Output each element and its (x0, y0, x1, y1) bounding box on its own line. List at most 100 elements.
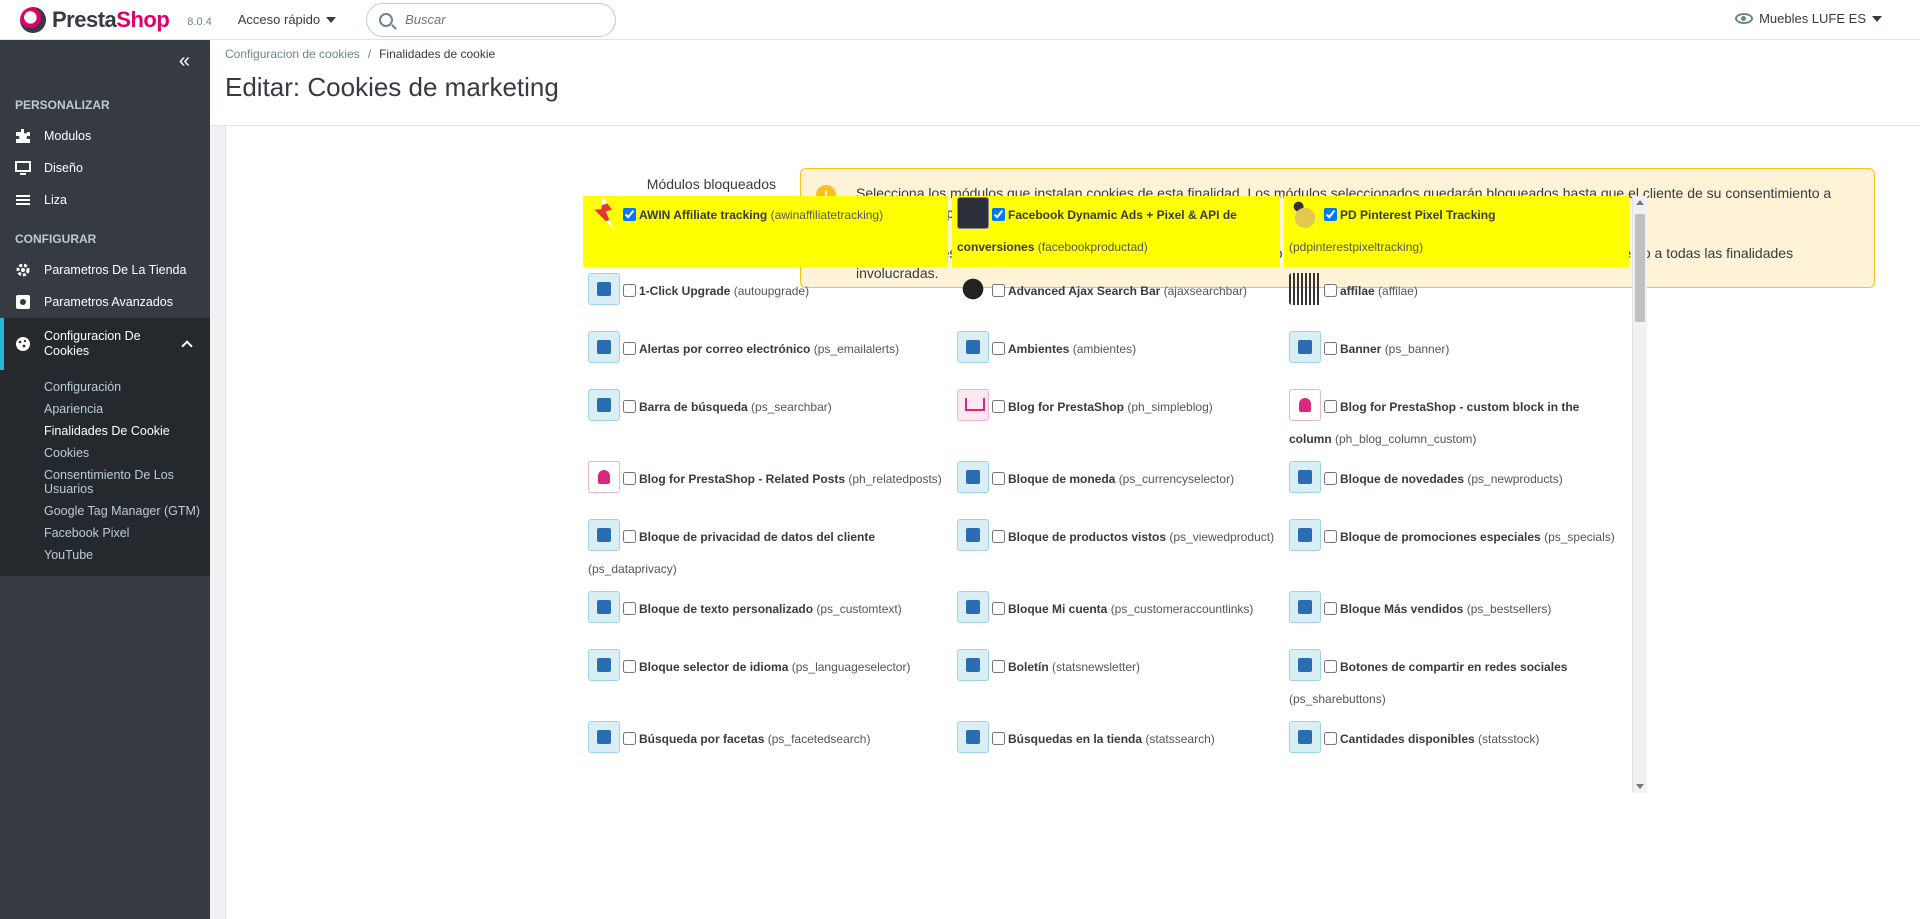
module-name[interactable]: Alertas por correo electrónico (639, 342, 810, 356)
submenu-item-apariencia[interactable]: Apariencia (44, 398, 210, 420)
module-checkbox[interactable] (992, 529, 1005, 543)
module-item[interactable]: Búsquedas en la tienda (statssearch) (952, 719, 1280, 777)
module-name[interactable]: Bloque de novedades (1340, 472, 1464, 486)
search-box[interactable] (366, 2, 617, 37)
module-name[interactable]: Blog for PrestaShop (1008, 400, 1124, 414)
module-checkbox[interactable] (623, 341, 636, 355)
module-checkbox[interactable] (1324, 731, 1337, 745)
collapse-sidebar-button[interactable]: « (0, 40, 210, 82)
sidebar-item-configuracion-cookies[interactable]: Configuracion De Cookies (0, 318, 210, 370)
modules-list[interactable]: AWIN Affiliate tracking (awinaffiliatetr… (583, 196, 1633, 793)
module-checkbox[interactable] (992, 471, 1005, 485)
quick-access-dropdown[interactable]: Acceso rápido (238, 12, 337, 27)
module-item[interactable]: Cantidades disponibles (statsstock) (1284, 719, 1629, 777)
module-checkbox[interactable] (992, 207, 1005, 221)
module-item[interactable]: Blog for PrestaShop - custom block in th… (1284, 387, 1629, 459)
module-name[interactable]: Barra de búsqueda (639, 400, 748, 414)
module-name[interactable]: Bloque de moneda (1008, 472, 1115, 486)
module-item[interactable]: Banner (ps_banner) (1284, 329, 1629, 387)
module-name[interactable]: 1-Click Upgrade (639, 284, 730, 298)
module-item[interactable]: 1-Click Upgrade (autoupgrade) (583, 271, 948, 329)
module-name[interactable]: Bloque Mi cuenta (1008, 602, 1107, 616)
module-item[interactable]: Bloque de promociones especiales (ps_spe… (1284, 517, 1629, 589)
module-name[interactable]: Boletín (1008, 660, 1049, 674)
module-checkbox[interactable] (992, 341, 1005, 355)
breadcrumb-link[interactable]: Configuracion de cookies (225, 47, 360, 61)
module-name[interactable]: AWIN Affiliate tracking (639, 208, 767, 222)
module-checkbox[interactable] (623, 471, 636, 485)
module-name[interactable]: Blog for PrestaShop - Related Posts (639, 472, 845, 486)
module-item[interactable]: Bloque de texto personalizado (ps_custom… (583, 589, 948, 647)
search-icon[interactable] (379, 12, 394, 27)
modules-scrollbar[interactable] (1632, 196, 1647, 793)
module-item[interactable]: PD Pinterest Pixel Tracking (pdpinterest… (1284, 196, 1629, 267)
module-item[interactable]: Bloque de productos vistos (ps_viewedpro… (952, 517, 1280, 589)
module-item[interactable]: Botones de compartir en redes sociales (… (1284, 647, 1629, 719)
scroll-down-icon[interactable] (1636, 784, 1644, 789)
module-name[interactable]: Bloque selector de idioma (639, 660, 788, 674)
submenu-item-youtube[interactable]: YouTube (44, 544, 210, 566)
module-item[interactable]: Bloque Más vendidos (ps_bestsellers) (1284, 589, 1629, 647)
module-name[interactable]: Bloque de privacidad de datos del client… (639, 530, 875, 544)
submenu-item-cookies[interactable]: Cookies (44, 442, 210, 464)
module-item[interactable]: Advanced Ajax Search Bar (ajaxsearchbar) (952, 271, 1280, 329)
module-item[interactable]: Bloque selector de idioma (ps_languagese… (583, 647, 948, 719)
module-name[interactable]: Advanced Ajax Search Bar (1008, 284, 1160, 298)
module-name[interactable]: Bloque de texto personalizado (639, 602, 813, 616)
scroll-thumb[interactable] (1635, 214, 1645, 322)
module-checkbox[interactable] (623, 207, 636, 221)
module-name[interactable]: Búsqueda por facetas (639, 732, 764, 746)
module-checkbox[interactable] (992, 659, 1005, 673)
module-item[interactable]: Boletín (statsnewsletter) (952, 647, 1280, 719)
search-input[interactable] (405, 12, 586, 27)
module-item[interactable]: Ambientes (ambientes) (952, 329, 1280, 387)
module-name[interactable]: Bloque Más vendidos (1340, 602, 1463, 616)
module-checkbox[interactable] (623, 399, 636, 413)
module-checkbox[interactable] (623, 731, 636, 745)
module-name[interactable]: affilae (1340, 284, 1375, 298)
module-item[interactable]: AWIN Affiliate tracking (awinaffiliatetr… (583, 196, 948, 267)
module-name[interactable]: Cantidades disponibles (1340, 732, 1475, 746)
submenu-item-facebook-pixel[interactable]: Facebook Pixel (44, 522, 210, 544)
module-checkbox[interactable] (992, 283, 1005, 297)
sidebar-item-parametros-avanzados[interactable]: Parametros Avanzados (0, 286, 210, 318)
module-checkbox[interactable] (1324, 207, 1337, 221)
module-item[interactable]: Bloque de novedades (ps_newproducts) (1284, 459, 1629, 517)
submenu-item-gtm[interactable]: Google Tag Manager (GTM) (44, 500, 210, 522)
shop-switcher[interactable]: Muebles LUFE ES (1735, 11, 1882, 26)
module-name[interactable]: Ambientes (1008, 342, 1069, 356)
module-checkbox[interactable] (1324, 601, 1337, 615)
module-item[interactable]: Bloque de privacidad de datos del client… (583, 517, 948, 589)
module-checkbox[interactable] (623, 283, 636, 297)
module-item[interactable]: Blog for PrestaShop (ph_simpleblog) (952, 387, 1280, 459)
module-item[interactable]: Facebook Dynamic Ads + Pixel & API de co… (952, 196, 1280, 267)
module-checkbox[interactable] (623, 529, 636, 543)
module-item[interactable]: Búsqueda por facetas (ps_facetedsearch) (583, 719, 948, 777)
module-name[interactable]: Banner (1340, 342, 1381, 356)
module-checkbox[interactable] (992, 399, 1005, 413)
module-checkbox[interactable] (992, 601, 1005, 615)
prestashop-logo[interactable]: PrestaShop (20, 6, 170, 33)
module-checkbox[interactable] (1324, 341, 1337, 355)
module-item[interactable]: Blog for PrestaShop - Related Posts (ph_… (583, 459, 948, 517)
sidebar-item-diseno[interactable]: Diseño (0, 152, 210, 184)
module-checkbox[interactable] (1324, 399, 1337, 413)
module-item[interactable]: Alertas por correo electrónico (ps_email… (583, 329, 948, 387)
sidebar-item-parametros-tienda[interactable]: Parametros De La Tienda (0, 254, 210, 286)
module-item[interactable]: Barra de búsqueda (ps_searchbar) (583, 387, 948, 459)
sidebar-item-modulos[interactable]: Modulos (0, 120, 210, 152)
module-checkbox[interactable] (992, 731, 1005, 745)
module-item[interactable]: affilae (affilae) (1284, 271, 1629, 329)
sidebar-item-liza[interactable]: Liza (0, 184, 210, 216)
module-item[interactable]: Bloque de moneda (ps_currencyselector) (952, 459, 1280, 517)
scroll-up-icon[interactable] (1636, 200, 1644, 205)
module-name[interactable]: PD Pinterest Pixel Tracking (1340, 208, 1495, 222)
module-checkbox[interactable] (1324, 283, 1337, 297)
module-checkbox[interactable] (623, 601, 636, 615)
module-checkbox[interactable] (1324, 529, 1337, 543)
module-name[interactable]: Botones de compartir en redes sociales (1340, 660, 1567, 674)
submenu-item-finalidades[interactable]: Finalidades De Cookie (44, 420, 210, 442)
module-checkbox[interactable] (1324, 659, 1337, 673)
module-name[interactable]: Bloque de productos vistos (1008, 530, 1166, 544)
submenu-item-consentimiento[interactable]: Consentimiento De Los Usuarios (44, 464, 210, 500)
